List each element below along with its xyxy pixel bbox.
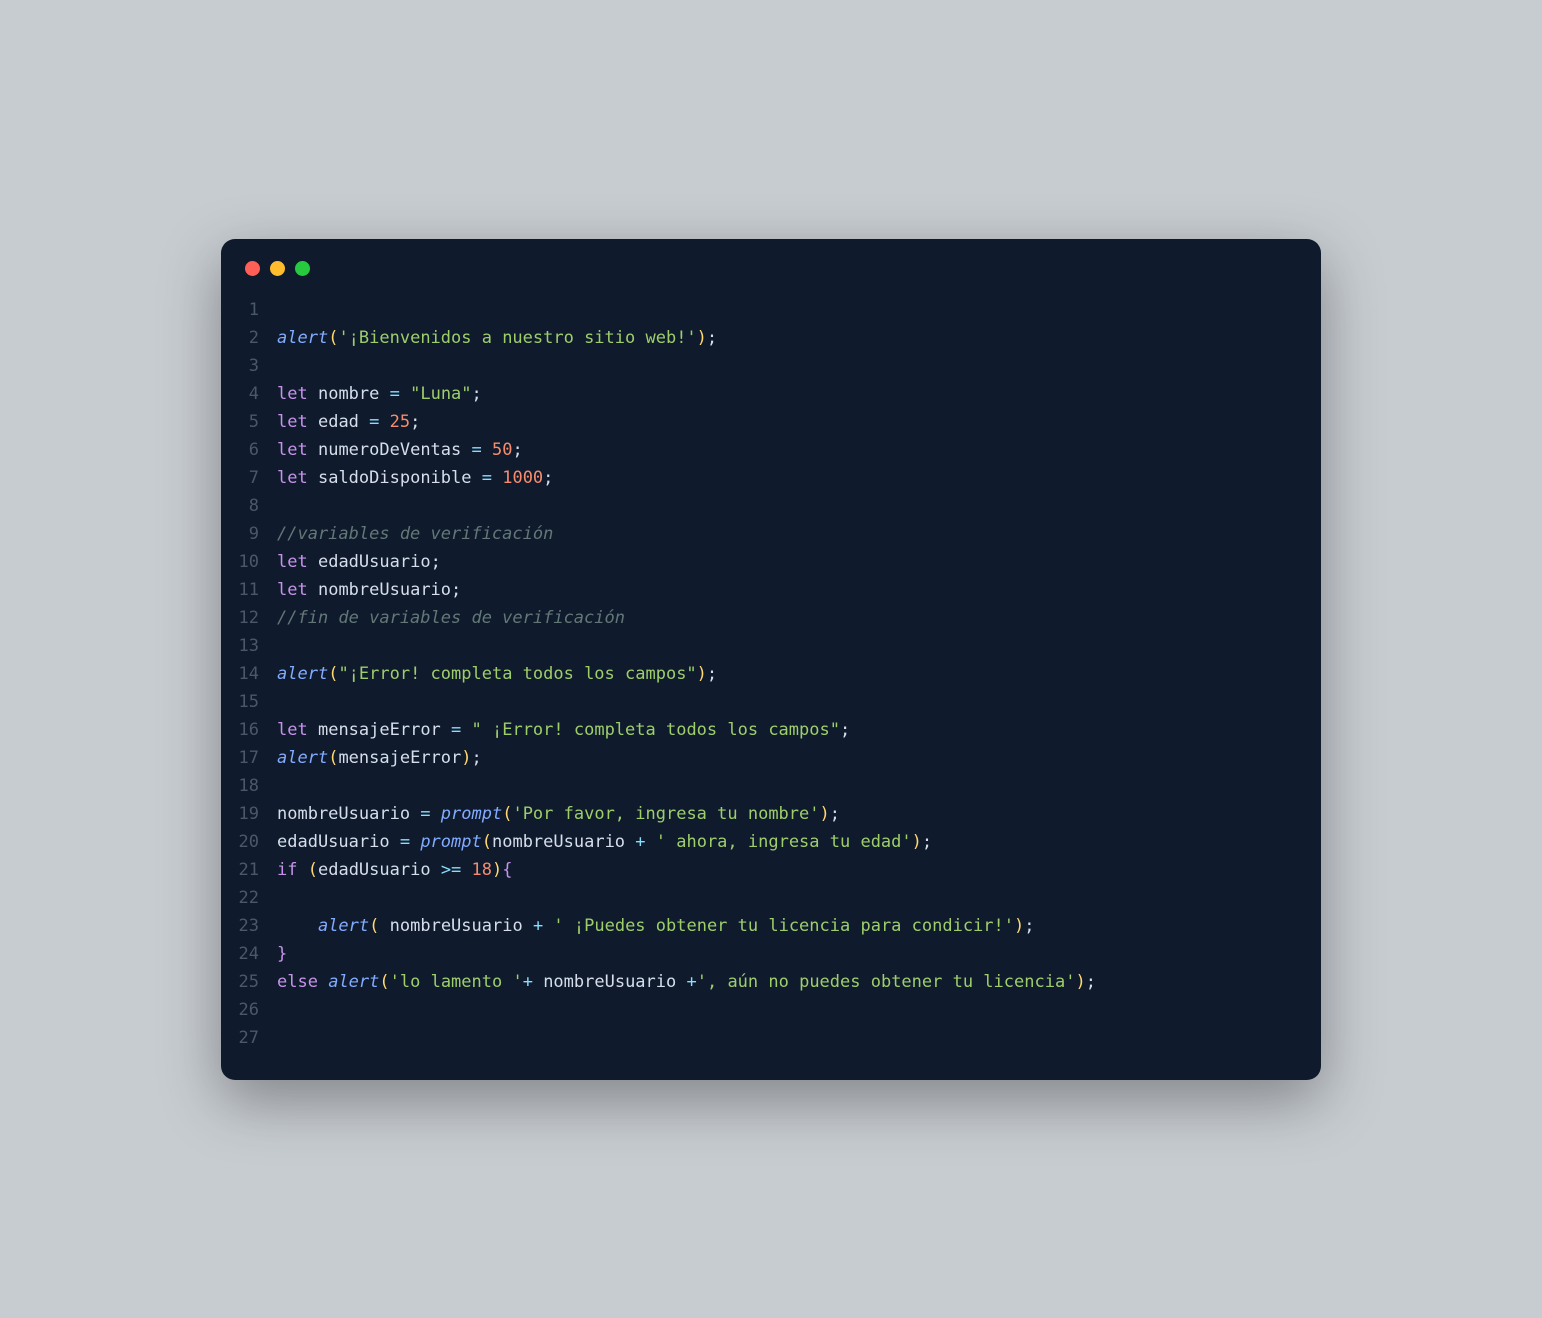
line-number: 27 [221, 1024, 277, 1052]
line-number: 3 [221, 352, 277, 380]
code-line: 15 [221, 688, 1321, 716]
close-icon[interactable] [245, 261, 260, 276]
window-titlebar [221, 239, 1321, 290]
code-line: 16let mensajeError = " ¡Error! completa … [221, 716, 1321, 744]
code-line: 19nombreUsuario = prompt('Por favor, ing… [221, 800, 1321, 828]
code-line: 10let edadUsuario; [221, 548, 1321, 576]
code-line: 17alert(mensajeError); [221, 744, 1321, 772]
line-number: 13 [221, 632, 277, 660]
code-line: 14alert("¡Error! completa todos los camp… [221, 660, 1321, 688]
code-line: 24} [221, 940, 1321, 968]
code-line: 1 [221, 296, 1321, 324]
code-line: 25else alert('lo lamento '+ nombreUsuari… [221, 968, 1321, 996]
line-number: 24 [221, 940, 277, 968]
code-line: 8 [221, 492, 1321, 520]
line-number: 19 [221, 800, 277, 828]
line-number: 6 [221, 436, 277, 464]
line-number: 20 [221, 828, 277, 856]
line-number: 25 [221, 968, 277, 996]
line-number: 16 [221, 716, 277, 744]
code-line: 3 [221, 352, 1321, 380]
code-line: 23 alert( nombreUsuario + ' ¡Puedes obte… [221, 912, 1321, 940]
line-number: 22 [221, 884, 277, 912]
line-number: 21 [221, 856, 277, 884]
code-line: 20edadUsuario = prompt(nombreUsuario + '… [221, 828, 1321, 856]
code-line: 18 [221, 772, 1321, 800]
code-line: 2alert('¡Bienvenidos a nuestro sitio web… [221, 324, 1321, 352]
line-number: 26 [221, 996, 277, 1024]
code-window: 1 2alert('¡Bienvenidos a nuestro sitio w… [221, 239, 1321, 1080]
code-line: 26 [221, 996, 1321, 1024]
line-number: 15 [221, 688, 277, 716]
line-number: 12 [221, 604, 277, 632]
minimize-icon[interactable] [270, 261, 285, 276]
line-number: 18 [221, 772, 277, 800]
code-line: 12//fin de variables de verificación [221, 604, 1321, 632]
line-number: 8 [221, 492, 277, 520]
code-line: 9//variables de verificación [221, 520, 1321, 548]
code-editor[interactable]: 1 2alert('¡Bienvenidos a nuestro sitio w… [221, 290, 1321, 1052]
line-number: 14 [221, 660, 277, 688]
line-number: 11 [221, 576, 277, 604]
line-number: 10 [221, 548, 277, 576]
code-line: 5let edad = 25; [221, 408, 1321, 436]
line-number: 2 [221, 324, 277, 352]
code-line: 21if (edadUsuario >= 18){ [221, 856, 1321, 884]
line-number: 4 [221, 380, 277, 408]
line-number: 17 [221, 744, 277, 772]
code-line: 27 [221, 1024, 1321, 1052]
code-line: 6let numeroDeVentas = 50; [221, 436, 1321, 464]
code-line: 11let nombreUsuario; [221, 576, 1321, 604]
code-line: 22 [221, 884, 1321, 912]
code-line: 7let saldoDisponible = 1000; [221, 464, 1321, 492]
line-number: 23 [221, 912, 277, 940]
line-number: 9 [221, 520, 277, 548]
code-line: 4let nombre = "Luna"; [221, 380, 1321, 408]
line-number: 5 [221, 408, 277, 436]
line-number: 1 [221, 296, 277, 324]
zoom-icon[interactable] [295, 261, 310, 276]
code-line: 13 [221, 632, 1321, 660]
line-number: 7 [221, 464, 277, 492]
